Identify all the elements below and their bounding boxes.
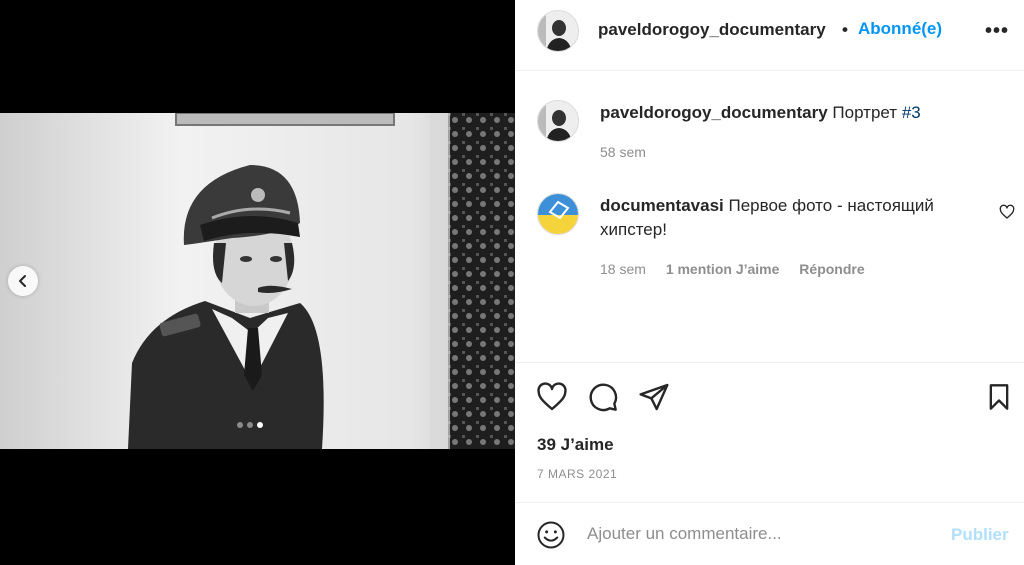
post-date[interactable]: 7 MARS 2021 — [537, 467, 617, 481]
caption-meta: 58 sem — [600, 144, 646, 160]
caption-text-row: paveldorogoy_documentary Портрет #3 — [600, 101, 921, 125]
carousel-dot — [247, 422, 253, 428]
separator-dot: • — [842, 20, 848, 39]
comment-likes-count[interactable]: 1 mention J’aime — [666, 261, 780, 277]
author-username[interactable]: paveldorogoy_documentary — [598, 20, 826, 40]
post-media — [0, 0, 515, 565]
post-actions: 39 J’aime 7 MARS 2021 — [515, 362, 1024, 502]
comment-icon[interactable] — [587, 381, 619, 413]
emoji-icon[interactable] — [536, 520, 566, 550]
post-photo[interactable] — [0, 113, 515, 449]
carousel-prev-button[interactable] — [8, 266, 38, 296]
comment-text-row: documentavasi Первое фото - настоящий хи… — [600, 194, 1000, 242]
chevron-left-icon — [19, 275, 26, 287]
caption-hashtag[interactable]: #3 — [902, 103, 921, 122]
author-avatar[interactable] — [537, 10, 579, 52]
comment-input[interactable] — [587, 521, 927, 547]
caption-username[interactable]: paveldorogoy_documentary — [600, 103, 828, 122]
bookmark-icon[interactable] — [985, 381, 1013, 413]
post-sidebar: paveldorogoy_documentary • Abonné(e) •••… — [515, 0, 1024, 565]
likes-count[interactable]: 39 J’aime — [537, 435, 614, 455]
publish-button[interactable]: Publier — [951, 525, 1009, 545]
comment-composer: Publier — [515, 502, 1024, 565]
carousel-dot — [237, 422, 243, 428]
following-button[interactable]: Abonné(e) — [858, 19, 942, 39]
comment-like-icon[interactable] — [999, 204, 1015, 220]
carousel-dot-active — [257, 422, 263, 428]
comment-meta: 18 sem 1 mention J’aime Répondre — [600, 261, 865, 277]
post-header: paveldorogoy_documentary • Abonné(e) ••• — [515, 0, 1024, 71]
more-options-button[interactable]: ••• — [985, 20, 1009, 43]
commenter-avatar[interactable] — [537, 193, 579, 235]
send-icon[interactable] — [638, 381, 670, 413]
caption-time[interactable]: 58 sem — [600, 144, 646, 160]
heart-icon[interactable] — [536, 381, 568, 413]
comment-username[interactable]: documentavasi — [600, 196, 724, 215]
reply-button[interactable]: Répondre — [799, 261, 864, 277]
carousel-indicator — [237, 422, 263, 428]
comment-time[interactable]: 18 sem — [600, 261, 646, 277]
caption-author-avatar[interactable] — [537, 100, 579, 142]
caption-text: Портрет — [832, 103, 902, 122]
